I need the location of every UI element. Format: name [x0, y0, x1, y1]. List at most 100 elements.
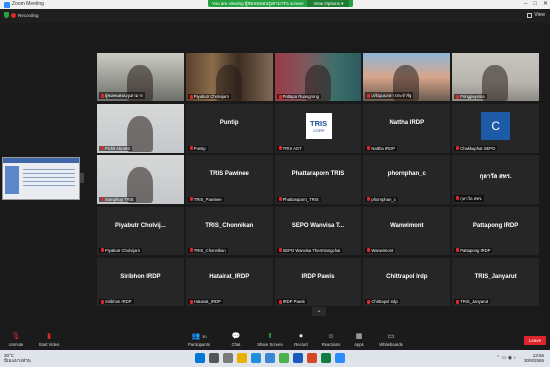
participant-tile[interactable]: phornphan_c phornphan_c — [363, 155, 451, 204]
participant-name-label: Pongpaysma — [454, 94, 487, 100]
mic-muted-icon — [367, 93, 371, 98]
chat-icon: 💬 — [231, 333, 241, 340]
share-status-text: You are viewing ผู้ชมพนพอนรูเตามาร's scr… — [212, 1, 304, 6]
whiteboards-button[interactable]: ▭ Whiteboards — [378, 333, 404, 347]
search-icon[interactable] — [209, 353, 219, 363]
system-tray[interactable]: ⌃ ▭ ◉ ♪ — [496, 355, 516, 361]
participant-name-label: TRIS_Chonnikan — [187, 247, 228, 253]
chevron-down-icon[interactable]: ⌄ — [312, 307, 326, 316]
participant-name-label: Nattha IRDP — [365, 145, 397, 151]
participants-icon: 👥 30 — [191, 333, 207, 340]
zoom-taskbar-icon[interactable] — [335, 353, 345, 363]
participant-tile[interactable]: Chittrapol Irdp Chittrapol Irdp — [363, 257, 451, 307]
participant-name: Puntip — [193, 145, 206, 151]
file-explorer-icon[interactable] — [237, 353, 247, 363]
excel-icon[interactable] — [321, 353, 331, 363]
grid-icon — [527, 12, 533, 18]
mic-muted-icon — [101, 299, 104, 304]
meeting-toolbar: 🎙 Unmute ▮ Start Video 👥 30 Participants… — [0, 330, 550, 350]
participant-tile[interactable]: เจริญมนรยา ประจำรัฐ — [363, 53, 451, 102]
start-icon[interactable] — [195, 353, 205, 363]
participant-tile[interactable]: TRIS CORP TRIS AGT — [274, 104, 362, 153]
leave-button[interactable]: Leave — [524, 336, 546, 345]
word-icon[interactable] — [293, 353, 303, 363]
share-screen-button[interactable]: ⬆ Share Screen — [256, 333, 284, 347]
chat-label: Chat — [231, 342, 241, 347]
record-icon: ⏺ — [299, 333, 303, 340]
participant-name-label: SEPO Wanvisa Thermtongchai — [276, 247, 343, 253]
participant-tile[interactable]: C Chakkaphat SEPO — [452, 104, 539, 153]
view-options-button[interactable]: View Options ▾ — [307, 0, 350, 7]
tris-logo-text: TRIS — [310, 119, 328, 129]
participant-name-label: phornphan_c — [365, 196, 398, 202]
mic-muted-icon — [278, 94, 282, 99]
tris-logo-subtext: CORP — [312, 128, 325, 134]
participant-name: Chittrapol Irdp — [371, 299, 398, 305]
recording-indicator: Recording — [4, 12, 39, 18]
participant-tile[interactable]: Phattaraporn TRIS Phattaraporn_TRIS — [274, 155, 362, 204]
participant-name-label: Piyabutr Cholvijarn — [99, 247, 143, 253]
task-view-icon[interactable] — [223, 353, 233, 363]
participant-tile[interactable]: ผู้ชมพนพอนรูเตามาร — [97, 53, 184, 102]
view-button[interactable]: View — [527, 12, 545, 18]
participant-tile[interactable]: TRIS Pawinee TRIS_Pawinee — [185, 155, 273, 204]
mic-muted-icon — [101, 248, 104, 253]
mic-muted-icon — [456, 196, 460, 201]
participant-tile[interactable]: Siribhon IRDP Siribhon IRDP — [97, 257, 184, 307]
recording-label: Recording — [18, 12, 39, 18]
participant-tile[interactable]: Pichit Akrathit — [97, 104, 184, 153]
participant-tile[interactable]: Pattapa Ruangrong — [274, 53, 362, 102]
participant-tile[interactable]: Pongpaysma — [452, 53, 539, 102]
record-button[interactable]: ⏺ Record — [293, 333, 309, 347]
close-button[interactable]: ✕ — [543, 0, 548, 9]
participant-tile[interactable]: กุลาวัล สทร. กุลาวัล สทร. — [452, 155, 539, 204]
participant-tile[interactable]: IRDP Pawis IRDP Pawis — [274, 257, 362, 307]
participant-display-name: Phattaraporn TRIS — [291, 171, 345, 178]
weather-widget[interactable]: 30°C มีเมฆบางส่วน — [4, 353, 31, 363]
share-screen-label: Share Screen — [257, 342, 283, 347]
start-video-button[interactable]: ▮ Start Video — [37, 333, 61, 347]
participant-name: Chakkaphat SEPO — [460, 145, 496, 151]
participant-name: TRIS_Pawinee — [193, 196, 222, 202]
participants-button[interactable]: 👥 30 Participants — [185, 333, 213, 347]
participant-display-name: Puntip — [219, 120, 239, 127]
participant-tile[interactable]: SEPO Wanvisa T... SEPO Wanvisa Thermtongc… — [274, 206, 362, 255]
participant-name-label: TRIS_Pawinee — [187, 196, 224, 202]
edge-icon[interactable] — [251, 353, 261, 363]
mic-muted-icon — [101, 93, 104, 98]
powerpoint-icon[interactable] — [307, 353, 317, 363]
shared-screen-thumbnail[interactable] — [2, 157, 80, 200]
participant-tile[interactable]: Pattapong IRDP Pattapong IRDP — [452, 206, 539, 255]
apps-button[interactable]: ▦ Apps — [352, 333, 366, 347]
participant-tile[interactable]: Nattha IRDP Nattha IRDP — [363, 104, 451, 153]
participant-name: กุลาวัล สทร. — [460, 195, 483, 201]
view-label: View — [534, 12, 545, 18]
store-icon[interactable] — [265, 353, 275, 363]
participant-name-label: TRIS AGT — [276, 145, 304, 151]
maximize-button[interactable]: □ — [533, 0, 537, 9]
participant-tile[interactable]: Piyabutr Cholvijarn — [185, 53, 273, 102]
chat-button[interactable]: 💬 Chat — [229, 333, 243, 347]
collapse-handle[interactable] — [80, 173, 84, 183]
participant-tile[interactable]: Somphop TRIS — [97, 155, 184, 204]
unmute-button[interactable]: 🎙 Unmute — [6, 333, 26, 347]
apps-label: Apps — [354, 342, 364, 347]
reactions-button[interactable]: ☺ Reactions — [320, 333, 342, 347]
participant-name-label: Pattapong IRDP — [454, 247, 493, 253]
minimize-button[interactable]: – — [524, 0, 527, 9]
app-title: Zoom Meeting — [4, 0, 44, 9]
participant-display-name: IRDP Pawis — [301, 273, 335, 280]
participant-tile[interactable]: Puntip Puntip — [185, 104, 273, 153]
chrome-icon[interactable] — [279, 353, 289, 363]
participant-tile[interactable]: Wanwimont Wanwimont — [363, 206, 451, 255]
participant-name: เจริญมนรยา ประจำรัฐ — [371, 93, 412, 99]
clock[interactable]: 13:55 30/8/2565 — [524, 353, 544, 363]
window-title: Zoom Meeting — [12, 1, 44, 7]
participant-tile[interactable]: Hatairat_IRDP Hatairat_IRDP — [185, 257, 273, 307]
participant-name: Pattapa Ruangrong — [282, 94, 319, 100]
participant-tile[interactable]: TRIS_Chonnikan TRIS_Chonnikan — [185, 206, 273, 255]
shield-icon[interactable] — [4, 12, 9, 18]
mic-muted-icon — [367, 197, 371, 202]
participant-tile[interactable]: Piyabutr Cholvij... Piyabutr Cholvijarn — [97, 206, 184, 255]
participant-tile[interactable]: TRIS_Janyarut TRIS_Janyarut — [452, 257, 539, 307]
